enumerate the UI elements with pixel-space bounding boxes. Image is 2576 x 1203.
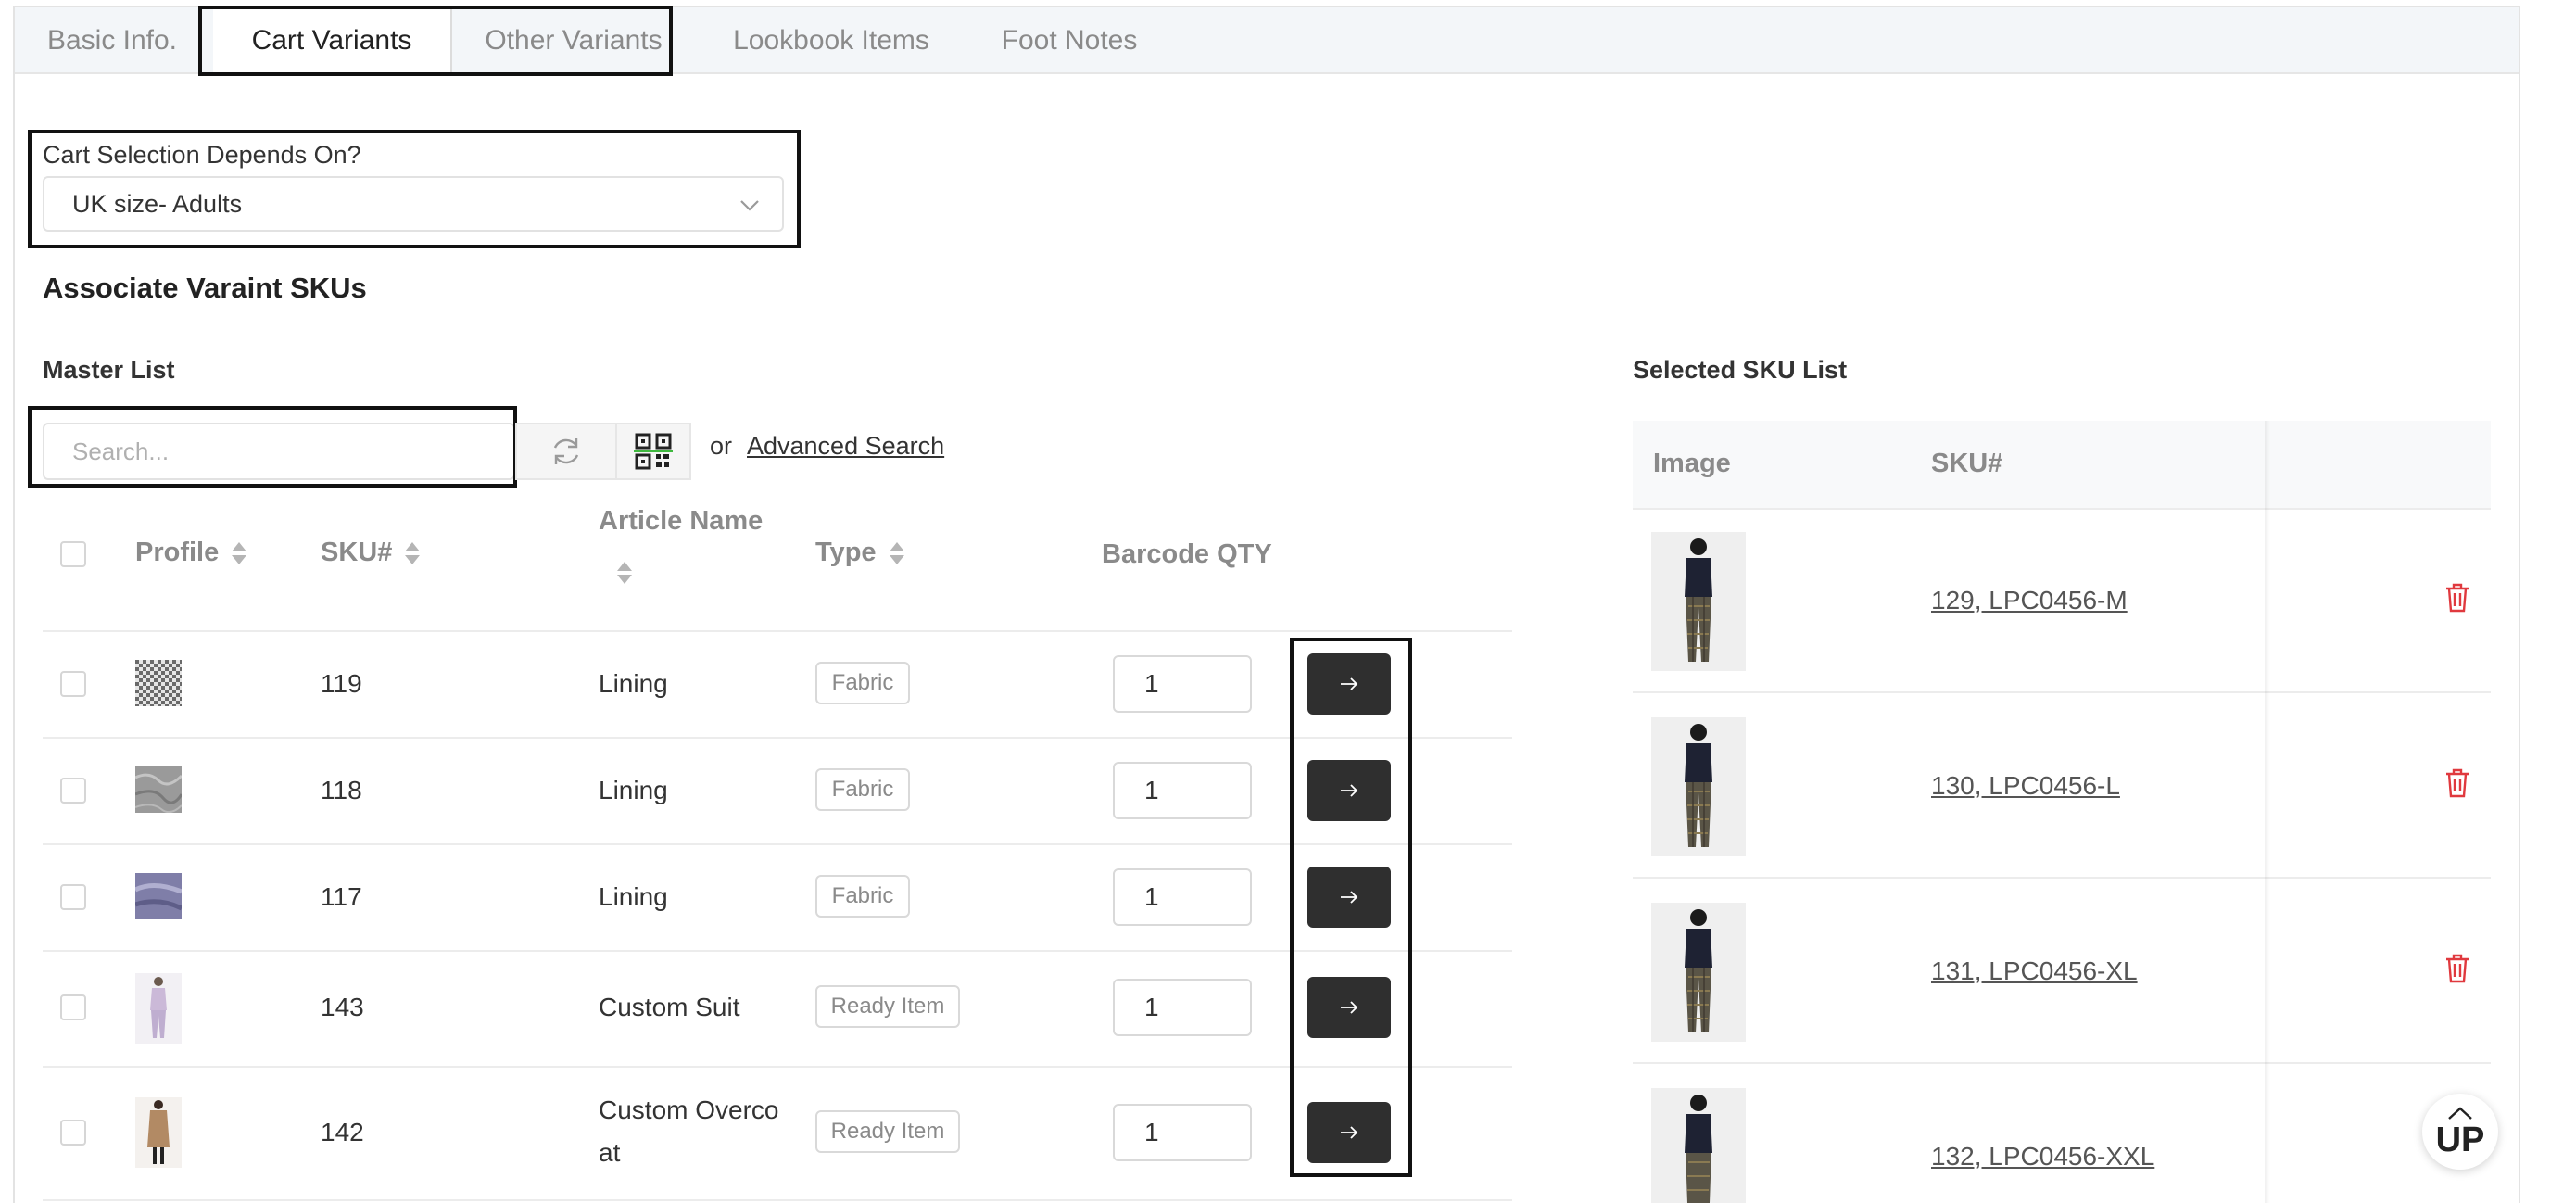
add-to-selected-button[interactable] [1307,760,1391,821]
selected-list-title: Selected SKU List [1633,356,1848,384]
type-badge: Ready Item [815,985,960,1028]
add-to-selected-button[interactable] [1307,977,1391,1038]
row-divider [1633,1062,2491,1064]
selected-sku-link[interactable]: 131, LPC0456-XL [1931,956,2138,986]
product-image [1651,1088,1746,1203]
column-header-sku[interactable]: SKU# [321,538,421,568]
master-list-title: Master List [43,356,175,384]
selected-column-header-image: Image [1653,449,1731,478]
row-divider [43,843,1512,845]
arrow-right-icon [1341,1001,1358,1014]
sku-cell: 142 [321,1118,364,1146]
chevron-up-icon [2448,1107,2472,1120]
barcode-qty-input[interactable] [1113,1104,1252,1161]
row-checkbox[interactable] [60,671,86,697]
article-name-cell: Custom Overco [599,1095,779,1124]
qr-scan-button[interactable] [615,423,691,480]
select-all-checkbox[interactable] [60,541,86,567]
add-to-selected-button[interactable] [1307,653,1391,715]
arrow-right-icon [1341,677,1358,690]
checkered-fabric-thumbnail [135,660,182,706]
sort-icon[interactable] [615,560,632,586]
search-input[interactable] [43,423,515,480]
row-divider [43,950,1512,952]
row-checkbox[interactable] [60,1120,86,1146]
section-title: Associate Varaint SKUs [43,272,367,304]
article-name-cell: Lining [599,882,668,911]
product-image [1651,903,1746,1042]
row-checkbox[interactable] [60,778,86,804]
product-image [1651,532,1746,671]
type-badge: Fabric [815,768,910,811]
arrow-right-icon [1341,891,1358,904]
scroll-to-top-label: UP [2435,1121,2485,1159]
column-header-type[interactable]: Type [815,538,904,568]
barcode-qty-input[interactable] [1113,762,1252,819]
selected-sku-link[interactable]: 130, LPC0456-L [1931,771,2120,801]
selected-column-header-sku: SKU# [1931,449,2003,478]
row-divider [1633,691,2491,693]
sku-cell: 143 [321,993,364,1021]
article-name-cell: Custom Suit [599,993,740,1021]
delete-icon[interactable] [2443,953,2472,984]
or-text: or [710,432,733,460]
article-name-cell: Lining [599,776,668,804]
column-header-article-name: Article Name [599,506,764,536]
type-badge: Fabric [815,662,910,704]
row-checkbox[interactable] [60,884,86,910]
column-header-profile[interactable]: Profile [135,538,247,568]
delete-icon[interactable] [2443,582,2472,614]
scroll-to-top-button[interactable]: UP [2422,1094,2498,1170]
sort-icon[interactable] [403,540,421,566]
barcode-qty-input[interactable] [1113,979,1252,1036]
cart-selection-value: UK size- Adults [72,189,243,218]
column-header-barcode-qty: Barcode QTY [1102,539,1272,569]
sku-cell: 117 [321,882,362,911]
lavender-silk-fabric-thumbnail [135,873,182,919]
qr-code-icon [634,433,673,470]
table-fixed-column-shadow [2265,421,2270,1203]
add-to-selected-button[interactable] [1307,1102,1391,1163]
type-badge: Fabric [815,875,910,918]
refresh-icon [553,438,579,464]
cart-selection-dropdown[interactable]: UK size- Adults [43,176,784,232]
barcode-qty-input[interactable] [1113,868,1252,926]
advanced-search-link[interactable]: Advanced Search [747,432,944,461]
sku-cell: 119 [321,669,362,698]
selected-sku-link[interactable]: 129, LPC0456-M [1931,586,2128,615]
suit-figure-thumbnail [135,973,182,1044]
chevron-down-icon [740,200,759,211]
grey-marble-fabric-thumbnail [135,766,182,813]
cart-selection-label: Cart Selection Depends On? [43,141,361,169]
delete-icon[interactable] [2443,767,2472,799]
selected-sku-link[interactable]: 132, LPC0456-XXL [1931,1142,2154,1171]
tab-basic-info[interactable]: Basic Info. [15,7,209,74]
arrow-right-icon [1341,784,1358,797]
row-divider [43,1066,1512,1068]
sort-icon[interactable] [888,540,904,566]
product-image [1651,717,1746,856]
row-divider [43,1199,1512,1201]
tab-foot-notes[interactable]: Foot Notes [969,7,1169,74]
row-checkbox[interactable] [60,994,86,1020]
tab-bar: Basic Info. Cart Variants Other Variants… [15,7,2519,74]
overcoat-figure-thumbnail [135,1097,182,1168]
sku-cell: 118 [321,776,362,804]
row-divider [1633,508,2491,510]
barcode-qty-input[interactable] [1113,655,1252,713]
tab-other-variants[interactable]: Other Variants [452,7,695,74]
refresh-button[interactable] [515,423,617,480]
tab-cart-variants[interactable]: Cart Variants [213,7,450,74]
add-to-selected-button[interactable] [1307,867,1391,928]
row-divider [43,630,1512,632]
arrow-right-icon [1341,1126,1358,1139]
tab-lookbook-items[interactable]: Lookbook Items [710,7,953,74]
article-name-cell: Lining [599,669,668,698]
selected-list-header [1633,421,2491,510]
row-divider [43,737,1512,739]
type-badge: Ready Item [815,1110,960,1153]
article-name-cell-continued: at [599,1138,621,1167]
row-divider [1633,877,2491,879]
sort-icon[interactable] [230,540,247,566]
